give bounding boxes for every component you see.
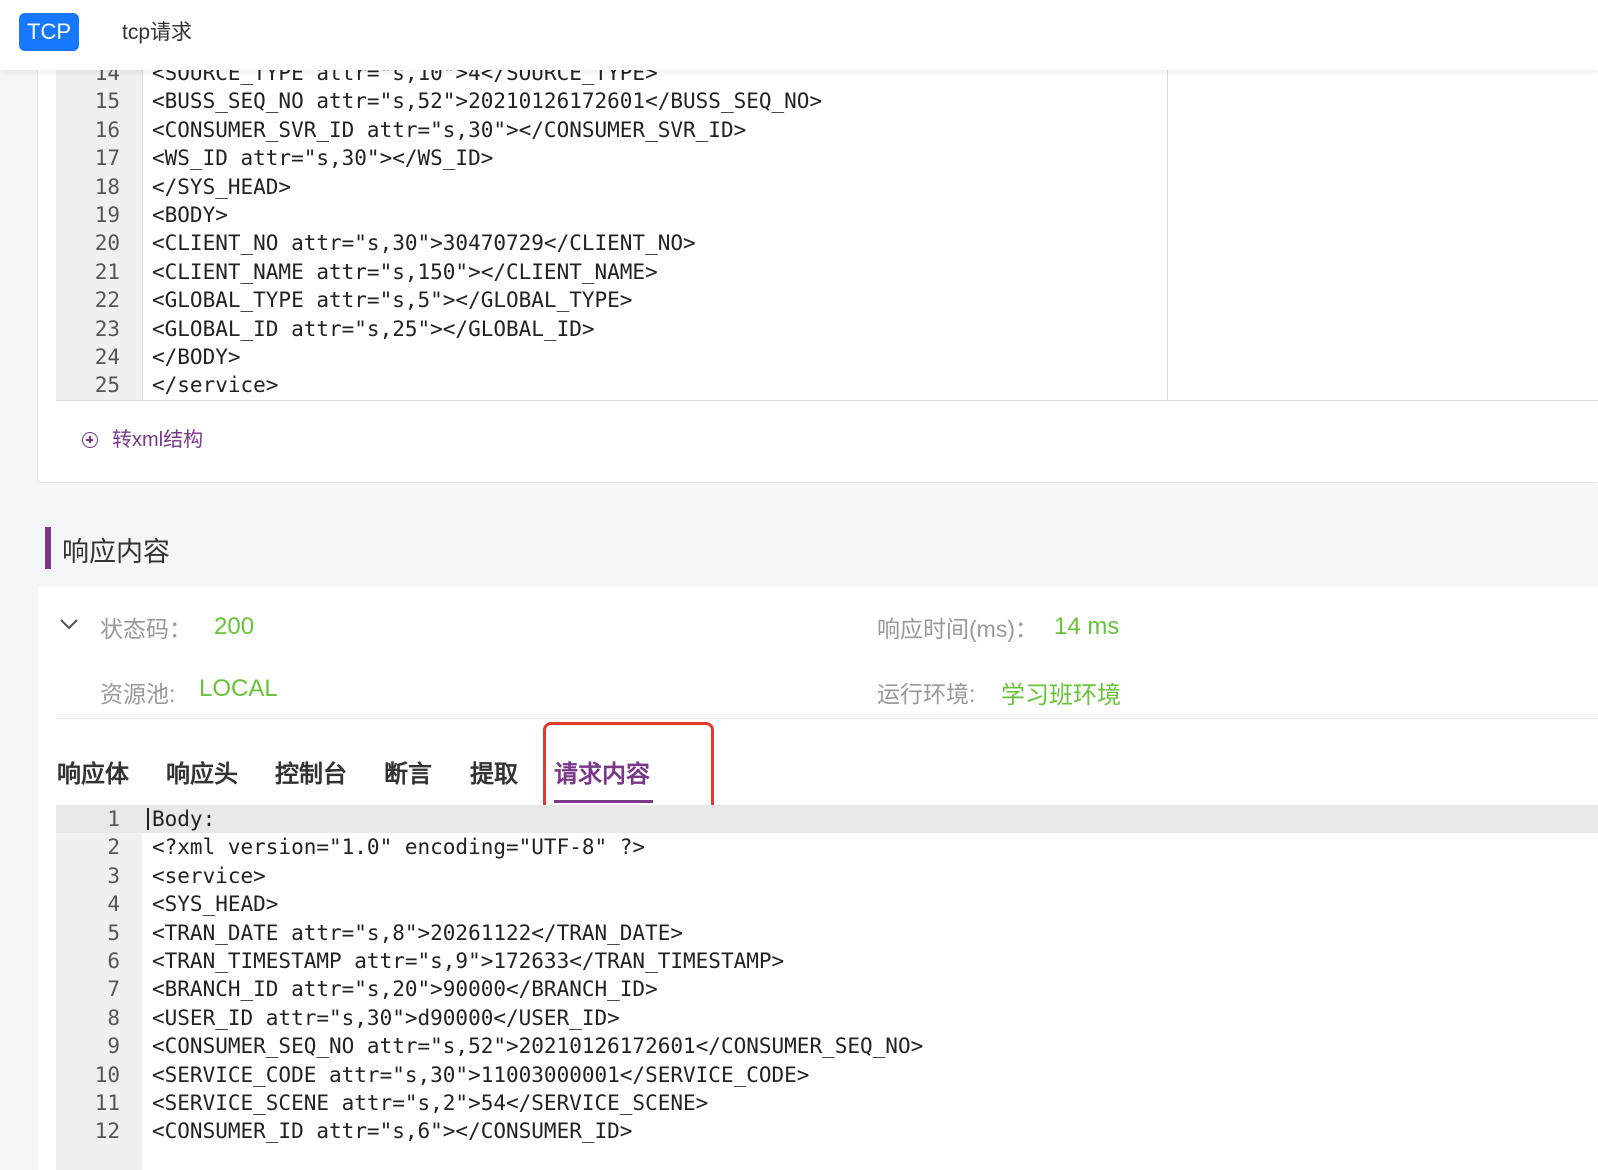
tab-console[interactable]: 控制台	[275, 754, 347, 789]
code-text[interactable]: <?xml version="1.0" encoding="UTF-8" ?>	[152, 833, 645, 861]
line-number: 10	[94, 1062, 120, 1087]
line-number: 2	[107, 835, 120, 860]
line-number: 19	[94, 203, 120, 227]
annotation-highlight-box	[543, 722, 714, 818]
protocol-badge[interactable]: TCP	[19, 13, 79, 51]
tab-response-body[interactable]: 响应体	[57, 754, 129, 789]
tab-assertions[interactable]: 断言	[384, 754, 432, 789]
code-text[interactable]: <BODY>	[152, 201, 228, 229]
request-tab-title[interactable]: tcp请求	[122, 16, 192, 46]
code-text[interactable]: Body:	[152, 805, 215, 833]
line-number: 1	[107, 807, 120, 831]
line-number: 8	[107, 1005, 120, 1030]
text-cursor	[147, 808, 149, 830]
request-content-editor[interactable]: 1 Body: 2 <?xml version="1.0" encoding="UTF…	[56, 805, 1598, 1170]
line-number: 25	[94, 373, 120, 398]
code-text[interactable]: <CLIENT_NAME attr="s,150"></CLIENT_NAME>	[152, 258, 658, 286]
tab-extract[interactable]: 提取	[470, 754, 518, 789]
top-bar: TCP tcp请求	[0, 0, 1598, 70]
run-env-label: 运行环境:	[877, 681, 976, 707]
code-text[interactable]: <CONSUMER_ID attr="s,6"></CONSUMER_ID>	[152, 1117, 632, 1145]
code-text[interactable]: <SERVICE_CODE attr="s,30">11003000001</S…	[152, 1061, 809, 1089]
code-text[interactable]: <GLOBAL_ID attr="s,25"></GLOBAL_ID>	[152, 315, 595, 343]
line-number: 5	[107, 920, 120, 945]
code-text[interactable]: <SYS_HEAD>	[152, 890, 278, 918]
print-margin	[1167, 60, 1168, 400]
status-code-label: 状态码：	[100, 616, 192, 642]
code-text[interactable]: </service>	[152, 371, 278, 399]
tab-response-headers[interactable]: 响应头	[166, 754, 238, 789]
plus-circle-icon	[82, 432, 98, 448]
code-text[interactable]: <WS_ID attr="s,30"></WS_ID>	[152, 144, 493, 172]
line-number: 17	[94, 146, 120, 171]
code-text[interactable]: <CONSUMER_SEQ_NO attr="s,52">20210126172…	[152, 1032, 923, 1060]
line-number: 21	[94, 259, 120, 284]
code-text[interactable]: <CLIENT_NO attr="s,30">30470729</CLIENT_…	[152, 229, 696, 257]
code-text[interactable]: <GLOBAL_TYPE attr="s,5"></GLOBAL_TYPE>	[152, 286, 632, 314]
line-number: 15	[94, 89, 120, 114]
code-text[interactable]: <SERVICE_SCENE attr="s,2">54</SERVICE_SC…	[152, 1089, 708, 1117]
line-number: 24	[94, 345, 120, 369]
request-body-editor[interactable]: 14 <SOURCE_TYPE attr="s,10">4</SOURCE_TYP…	[56, 60, 1598, 401]
resource-pool-value: LOCAL	[199, 675, 278, 702]
code-text[interactable]: <USER_ID attr="s,30">d90000</USER_ID>	[152, 1004, 620, 1032]
code-text[interactable]: <BRANCH_ID attr="s,20">90000</BRANCH_ID>	[152, 975, 658, 1003]
status-code-value: 200	[214, 613, 255, 640]
line-number: 3	[107, 863, 120, 888]
line-number: 4	[107, 892, 120, 917]
divider	[56, 718, 1598, 719]
resource-pool-label: 资源池:	[100, 681, 176, 707]
active-line-highlight	[56, 805, 1598, 833]
line-number: 22	[94, 288, 120, 313]
code-text[interactable]: <TRAN_DATE attr="s,8">20261122</TRAN_DAT…	[152, 919, 683, 947]
line-number: 12	[94, 1119, 120, 1144]
line-number: 11	[94, 1091, 120, 1115]
code-text[interactable]: </SYS_HEAD>	[152, 173, 291, 201]
line-number: 9	[107, 1034, 120, 1059]
response-time-label: 响应时间(ms)：	[877, 616, 1038, 642]
line-number: 7	[107, 977, 120, 1002]
line-number: 16	[94, 117, 120, 142]
run-env-value: 学习班环境	[1001, 682, 1121, 709]
code-text[interactable]: <service>	[152, 862, 266, 890]
convert-xml-label: 转xml结构	[112, 429, 204, 451]
code-text[interactable]: <BUSS_SEQ_NO attr="s,52">20210126172601<…	[152, 87, 822, 115]
code-text[interactable]: <CONSUMER_SVR_ID attr="s,30"></CONSUMER_…	[152, 116, 746, 144]
line-number: 6	[107, 949, 120, 973]
chevron-down-icon[interactable]	[59, 614, 79, 634]
line-number: 23	[94, 316, 120, 341]
line-number: 20	[94, 231, 120, 256]
response-section-title: 响应内容	[62, 537, 170, 567]
line-number: 18	[94, 174, 120, 199]
convert-xml-link[interactable]: 转xml结构	[82, 426, 203, 454]
response-time-value: 14 ms	[1054, 613, 1120, 640]
code-text[interactable]: <TRAN_TIMESTAMP attr="s,9">172633</TRAN_…	[152, 947, 784, 975]
section-accent-bar	[45, 527, 51, 569]
code-text[interactable]: </BODY>	[152, 343, 241, 371]
